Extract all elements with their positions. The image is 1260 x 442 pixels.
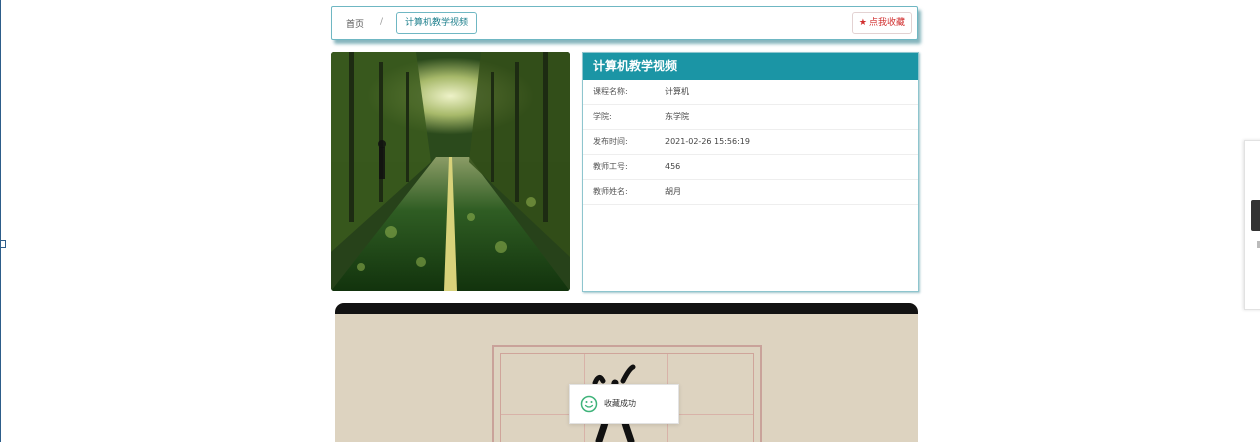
course-detail-panel: 计算机教学视频 课程名称: 计算机 学院: 东学院 发布时间: 2021-02-…: [582, 52, 919, 292]
course-cover-image: [331, 52, 570, 291]
smile-icon: [580, 395, 598, 413]
detail-value: 东学院: [665, 112, 689, 121]
breadcrumb-separator: /: [380, 17, 384, 27]
video-top-bar: [335, 303, 918, 314]
favorite-button[interactable]: ★ 点我收藏: [851, 12, 912, 34]
detail-title: 计算机教学视频: [583, 53, 918, 80]
breadcrumb: 首页 / 计算机教学视频 ★ 点我收藏: [331, 6, 918, 40]
breadcrumb-home-link[interactable]: 首页: [346, 17, 364, 30]
detail-value: 2021-02-26 15:56:19: [665, 137, 750, 146]
detail-value: 456: [665, 162, 681, 171]
detail-row-course-name: 课程名称: 计算机: [583, 80, 918, 105]
detail-value: 胡月: [665, 187, 681, 196]
detail-label: 发布时间:: [593, 137, 628, 146]
detail-row-college: 学院: 东学院: [583, 105, 918, 130]
resize-handle[interactable]: [0, 240, 6, 248]
star-icon: ★: [858, 18, 867, 28]
detail-label: 教师工号:: [593, 162, 628, 171]
detail-label: 课程名称:: [593, 87, 628, 96]
detail-label: 学院:: [593, 112, 612, 121]
detail-value: 计算机: [665, 87, 689, 96]
side-panel-tab[interactable]: [1251, 200, 1260, 231]
favorite-button-label: 点我收藏: [868, 18, 905, 28]
toast-message: 收藏成功: [604, 399, 636, 408]
success-toast: 收藏成功: [569, 384, 679, 424]
breadcrumb-current[interactable]: 计算机教学视频: [396, 12, 478, 34]
detail-row-publish-time: 发布时间: 2021-02-26 15:56:19: [583, 130, 918, 155]
detail-row-teacher-name: 教师姓名: 胡月: [583, 180, 918, 205]
window-left-edge: [0, 0, 1, 442]
detail-row-teacher-id: 教师工号: 456: [583, 155, 918, 180]
detail-label: 教师姓名:: [593, 187, 628, 196]
